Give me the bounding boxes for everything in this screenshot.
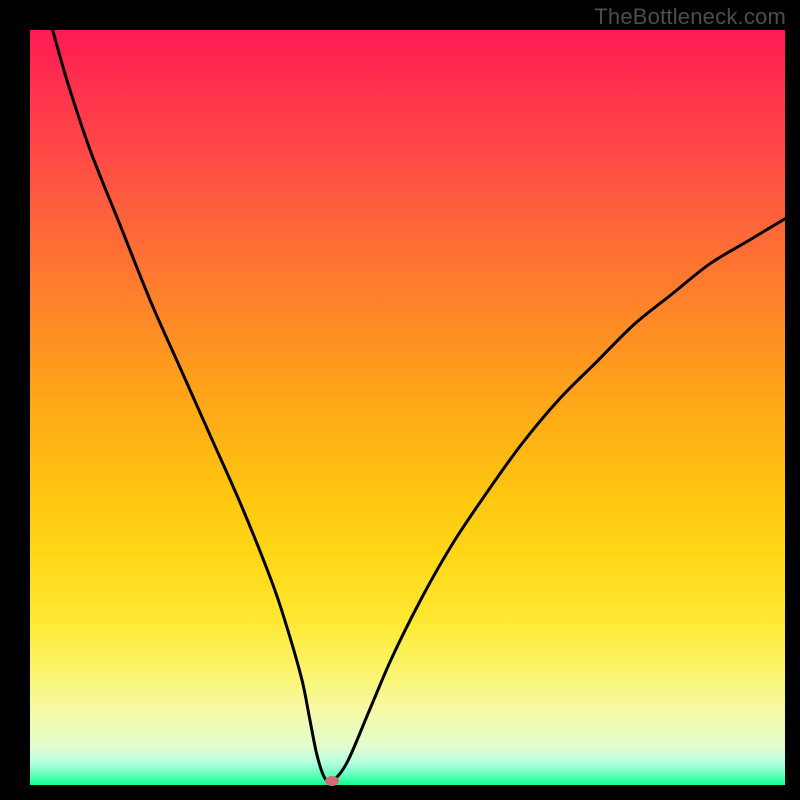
watermark-text: TheBottleneck.com bbox=[594, 4, 786, 30]
bottleneck-curve bbox=[30, 30, 785, 785]
curve-path bbox=[53, 30, 785, 782]
optimum-marker bbox=[325, 776, 339, 786]
plot-area bbox=[30, 30, 785, 785]
